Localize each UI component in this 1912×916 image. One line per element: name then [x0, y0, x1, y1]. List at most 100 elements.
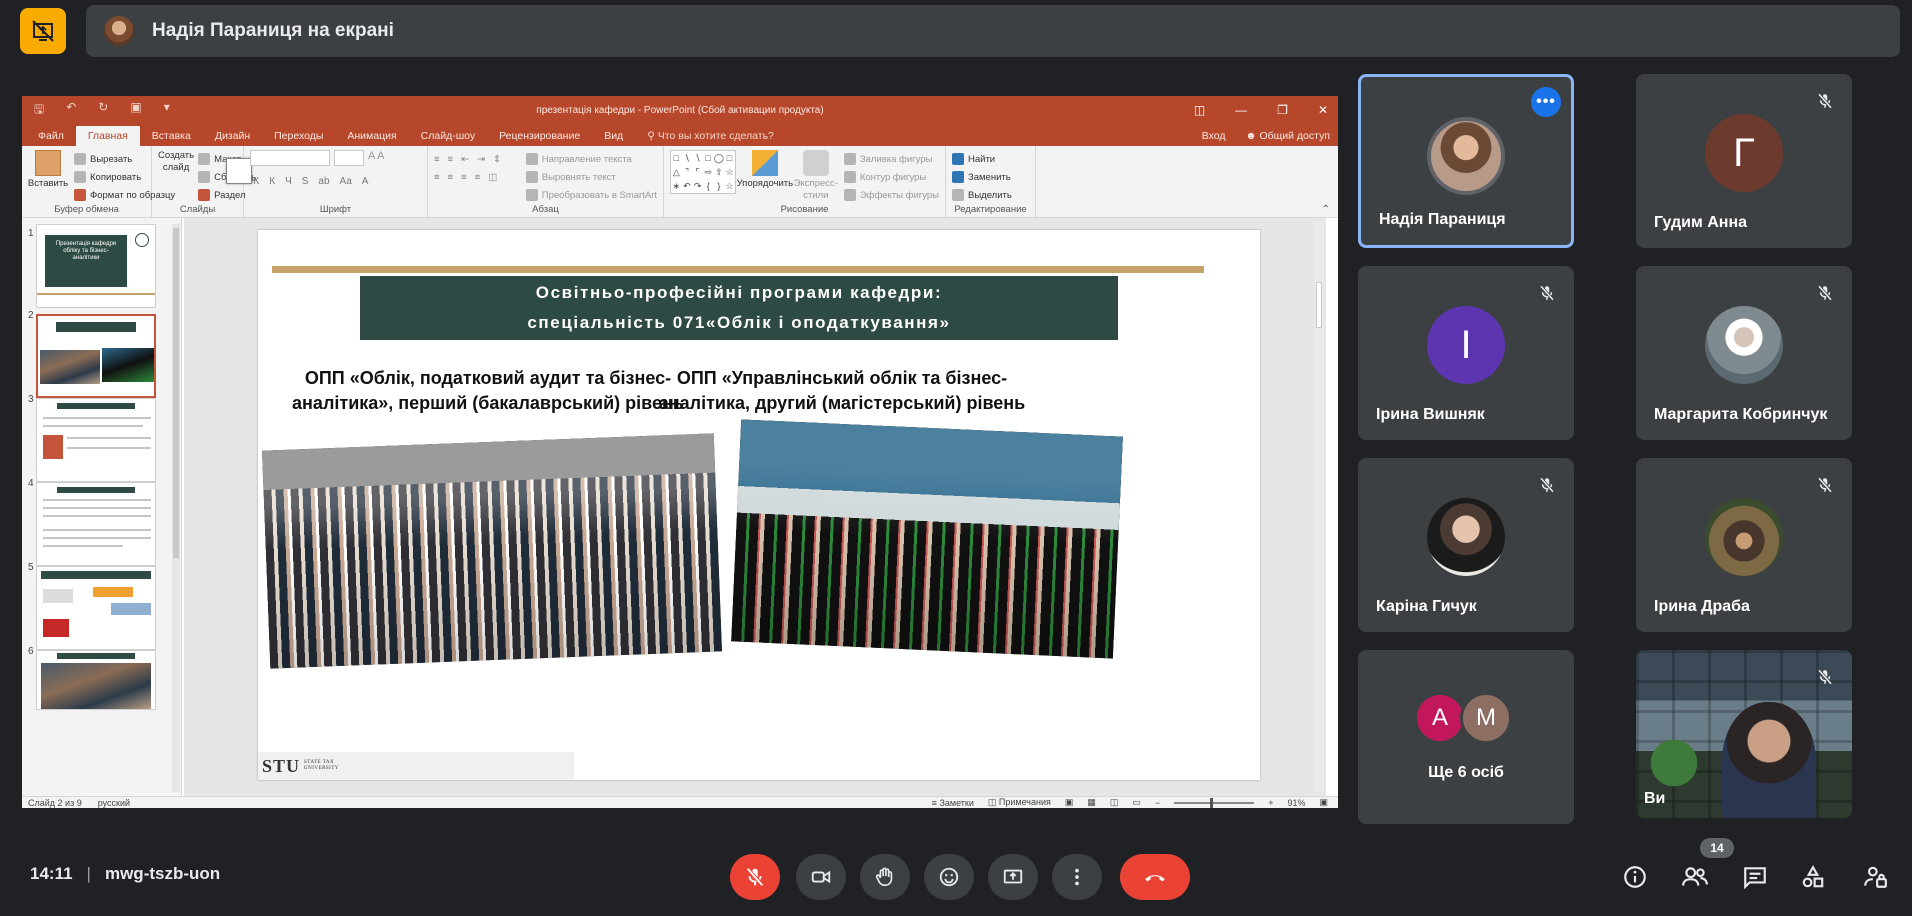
bold-icon[interactable]: Ж: [250, 176, 259, 187]
font-family-select[interactable]: [250, 150, 330, 166]
smartart-button[interactable]: Преобразовать в SmartArt: [525, 186, 657, 204]
text-direction-button[interactable]: Направление текста: [525, 150, 657, 168]
zoom-level[interactable]: 91%: [1287, 798, 1305, 808]
meeting-details-button[interactable]: [1618, 860, 1652, 894]
participant-tile[interactable]: Г Гудим Анна: [1636, 74, 1852, 248]
justify-icon[interactable]: ≡: [475, 172, 481, 183]
sign-in-link[interactable]: Вход: [1202, 130, 1226, 142]
mic-toggle-button[interactable]: [730, 854, 780, 900]
separator: |: [86, 864, 91, 883]
select-button[interactable]: Выделить: [952, 186, 1029, 204]
thumb-number: 5: [28, 562, 34, 573]
spacing-icon[interactable]: ab: [318, 176, 329, 187]
participant-tile[interactable]: Ірина Драба: [1636, 458, 1852, 632]
zoom-slider[interactable]: [1174, 797, 1255, 808]
reactions-button[interactable]: [924, 854, 974, 900]
thumbnails-scrollbar[interactable]: [172, 224, 180, 792]
align-left-icon[interactable]: ≡: [434, 172, 440, 183]
find-button[interactable]: Найти: [952, 150, 1029, 168]
zoom-in-icon[interactable]: +: [1268, 798, 1273, 808]
new-slide-button[interactable]: Создать слайд: [158, 150, 252, 203]
activities-button[interactable]: [1796, 860, 1830, 894]
case-icon[interactable]: Aa: [340, 176, 352, 187]
align-center-icon[interactable]: ≡: [448, 172, 454, 183]
outdent-icon[interactable]: ⇥: [477, 154, 485, 165]
participant-tile[interactable]: І Ірина Вишняк: [1358, 266, 1574, 440]
slide-scrollbar[interactable]: [1314, 222, 1324, 792]
current-slide[interactable]: Освітньо-професійні програми кафедри: сп…: [258, 230, 1260, 780]
chat-button[interactable]: [1738, 860, 1772, 894]
slide-thumbnail-4[interactable]: [36, 482, 156, 566]
more-participants-tile[interactable]: А М Ще 6 осіб: [1358, 650, 1574, 824]
slide-thumbnail-6[interactable]: [36, 650, 156, 710]
meeting-code[interactable]: mwg-tszb-uon: [105, 864, 220, 884]
italic-icon[interactable]: К: [269, 176, 275, 187]
arrange-button[interactable]: Упорядочить: [737, 150, 793, 203]
slide-thumbnail-1[interactable]: Презентація кафедри обліку та бізнес-ана…: [36, 224, 156, 308]
shape-fill-button[interactable]: Заливка фигуры: [843, 150, 939, 168]
bullets-icon[interactable]: ≡: [434, 154, 440, 165]
tab-transitions[interactable]: Переходы: [262, 130, 335, 146]
self-video-tile[interactable]: Ви: [1636, 650, 1852, 818]
tab-review[interactable]: Рецензирование: [487, 130, 592, 146]
sorter-view-icon[interactable]: ▦: [1087, 797, 1096, 808]
font-color-icon[interactable]: A: [362, 176, 369, 187]
tab-file[interactable]: Файл: [26, 130, 76, 146]
shape-effects-button[interactable]: Эффекты фигуры: [843, 186, 939, 204]
minimize-icon[interactable]: —: [1235, 103, 1247, 117]
collapse-ribbon-icon[interactable]: ⌃: [1322, 204, 1330, 215]
tab-design[interactable]: Дизайн: [203, 130, 262, 146]
notes-button[interactable]: ≡ Заметки: [932, 798, 974, 808]
tab-animations[interactable]: Анимация: [335, 130, 408, 146]
replace-button[interactable]: Заменить: [952, 168, 1029, 186]
align-right-icon[interactable]: ≡: [461, 172, 467, 183]
tab-view[interactable]: Вид: [592, 130, 635, 146]
present-screen-button[interactable]: [988, 854, 1038, 900]
scrollbar-knob[interactable]: [1316, 282, 1322, 328]
strike-icon[interactable]: S: [302, 176, 309, 187]
restore-icon[interactable]: ❐: [1277, 103, 1288, 117]
leave-call-button[interactable]: [1120, 854, 1190, 900]
people-button[interactable]: [1678, 860, 1712, 894]
host-controls-button[interactable]: [1858, 860, 1892, 894]
comments-button[interactable]: ◫ Примечания: [988, 797, 1051, 808]
font-size-select[interactable]: [334, 150, 364, 166]
slide-thumbnail-5[interactable]: [36, 566, 156, 650]
slide-thumbnail-2[interactable]: [36, 314, 156, 398]
slide-thumbnail-3[interactable]: [36, 398, 156, 482]
shape-outline-button[interactable]: Контур фигуры: [843, 168, 939, 186]
grow-font-icon[interactable]: A A: [368, 150, 385, 166]
quick-styles-button[interactable]: Экспресс-стили: [794, 150, 838, 203]
raise-hand-button[interactable]: [860, 854, 910, 900]
participant-tile[interactable]: Каріна Гичук: [1358, 458, 1574, 632]
shapes-gallery[interactable]: □ ∖ ∖ □ ◯ □ △ ⌝ ⌜ ⇨ ⇧ ☆ ∗ ↶ ↷{} ☆: [670, 150, 736, 194]
share-button[interactable]: ☻ Общий доступ: [1245, 130, 1330, 142]
camera-toggle-button[interactable]: [796, 854, 846, 900]
numbering-icon[interactable]: ≡: [448, 154, 454, 165]
fit-slide-icon[interactable]: ▣: [1319, 797, 1328, 808]
language-indicator[interactable]: русский: [98, 798, 130, 808]
tab-slideshow[interactable]: Слайд-шоу: [409, 130, 487, 146]
close-icon[interactable]: ✕: [1318, 103, 1328, 117]
more-options-button[interactable]: [1052, 854, 1102, 900]
underline-icon[interactable]: Ч: [285, 176, 292, 187]
indent-icon[interactable]: ⇤: [461, 154, 469, 165]
participant-tile-presenter[interactable]: ••• Надія Параниця: [1358, 74, 1574, 248]
zoom-out-icon[interactable]: −: [1155, 798, 1160, 808]
group-label-slides: Слайды: [179, 204, 216, 215]
tab-home[interactable]: Главная: [75, 126, 140, 146]
columns-icon[interactable]: ◫: [488, 172, 497, 183]
line-spacing-icon[interactable]: ⇕: [493, 154, 501, 165]
stop-presenting-button[interactable]: [20, 8, 66, 54]
tab-insert[interactable]: Вставка: [140, 130, 203, 146]
more-options-icon[interactable]: •••: [1531, 87, 1561, 117]
ribbon-display-icon[interactable]: ◫: [1194, 103, 1205, 117]
tell-me-search[interactable]: ⚲ Что вы хотите сделать?: [635, 130, 786, 146]
align-text-button[interactable]: Выровнять текст: [525, 168, 657, 186]
paste-button[interactable]: Вставить: [28, 150, 68, 203]
reading-view-icon[interactable]: ◫: [1110, 797, 1119, 808]
scrollbar-knob[interactable]: [173, 228, 179, 558]
participant-tile[interactable]: Маргарита Кобринчук: [1636, 266, 1852, 440]
slideshow-view-icon[interactable]: ▭: [1132, 797, 1141, 808]
normal-view-icon[interactable]: ▣: [1065, 797, 1074, 808]
